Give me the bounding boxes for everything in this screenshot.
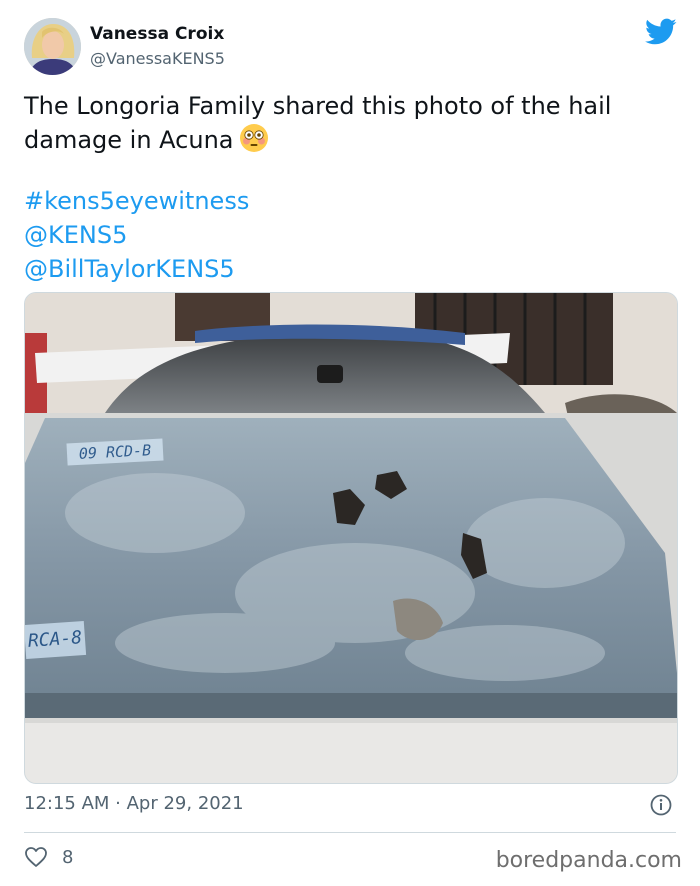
tweet-links: #kens5eyewitness @KENS5 @BillTaylorKENS5 <box>24 184 249 286</box>
avatar[interactable] <box>24 18 81 75</box>
tweet-text-line-1: The Longoria Family shared this photo of… <box>24 92 612 120</box>
like-button[interactable]: 8 <box>24 846 73 868</box>
hashtag-link[interactable]: #kens5eyewitness <box>24 184 249 218</box>
license-plate-sticker-left: RCA-8 <box>25 620 87 660</box>
tweet-text: The Longoria Family shared this photo of… <box>24 90 674 157</box>
flushed-face-emoji-icon <box>240 124 269 152</box>
tweet-timestamp[interactable]: 12:15 AM · Apr 29, 2021 <box>24 793 244 814</box>
divider <box>24 832 676 833</box>
info-icon[interactable] <box>650 794 672 816</box>
tweet-photo[interactable]: 09 RCD-B RCA-8 <box>24 292 678 784</box>
like-count: 8 <box>62 846 74 868</box>
heart-icon <box>25 847 47 867</box>
author-handle[interactable]: @VanessaKENS5 <box>90 49 225 68</box>
tweet-text-line-2: damage in Acuna <box>24 126 234 154</box>
watermark: boredpanda.com <box>495 848 682 873</box>
twitter-bird-icon[interactable] <box>645 18 677 46</box>
mention-link-kens5[interactable]: @KENS5 <box>24 218 249 252</box>
mention-link-billtaylor[interactable]: @BillTaylorKENS5 <box>24 252 249 286</box>
author-name[interactable]: Vanessa Croix <box>90 24 224 44</box>
